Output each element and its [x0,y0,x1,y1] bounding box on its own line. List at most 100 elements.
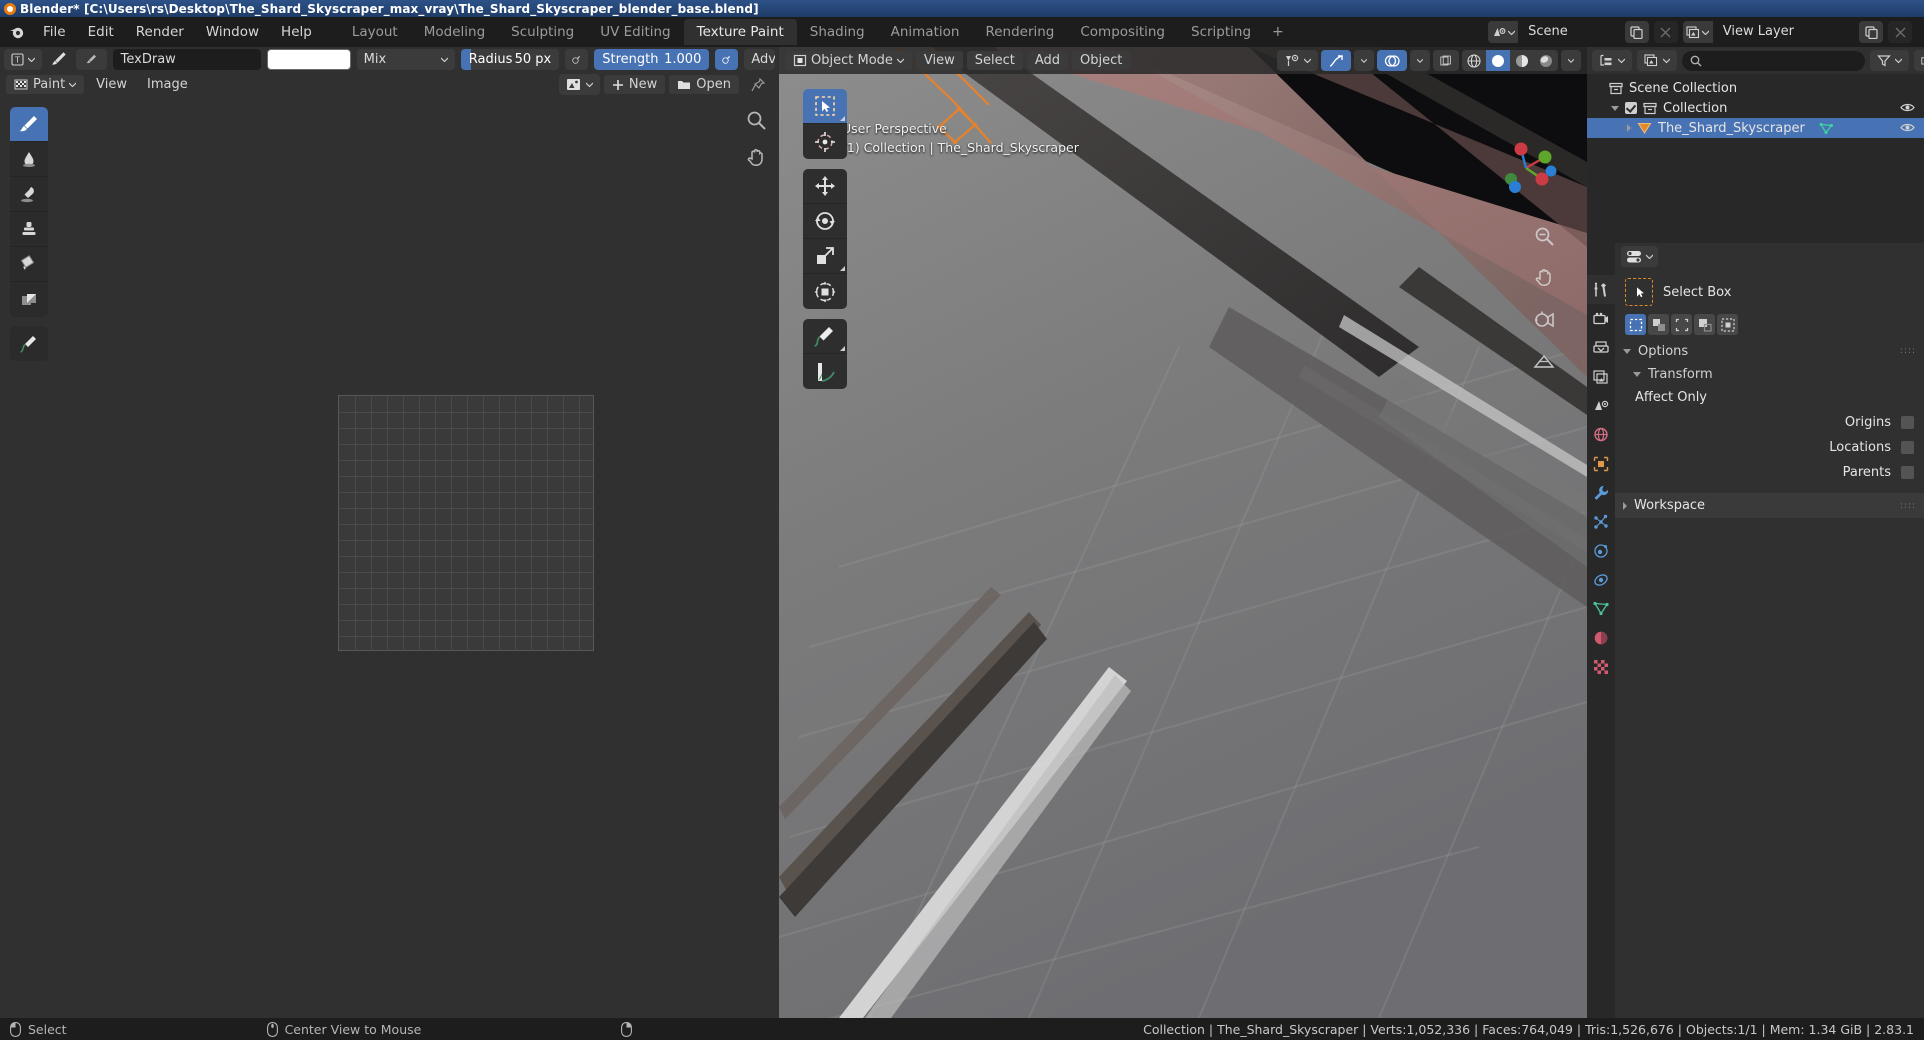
texture-tab[interactable] [1587,652,1615,681]
outliner-search-field[interactable] [1707,53,1857,68]
viewport-object-menu[interactable]: Object [1072,51,1131,70]
view-layer-tab[interactable] [1587,362,1615,391]
outliner-filter-button[interactable] [1870,50,1909,71]
blend-mode-dropdown[interactable]: Mix [356,49,455,70]
image-editor-view-menu[interactable]: View [88,75,135,94]
menu-edit[interactable]: Edit [77,21,125,43]
tool-tab[interactable] [1587,275,1615,304]
overlays-toggle[interactable] [1377,50,1407,71]
world-tab[interactable] [1587,420,1615,449]
add-workspace-button[interactable]: + [1264,20,1292,44]
chevron-down-icon[interactable] [1611,105,1619,111]
menu-window[interactable]: Window [195,21,270,43]
image-editor-mode-dropdown[interactable]: Paint [6,75,85,94]
workspace-tab-modeling[interactable]: Modeling [411,19,498,45]
radius-slider[interactable]: Radius 50 px [460,49,560,70]
view-layer-name-field[interactable]: View Layer [1712,21,1854,43]
set-mode[interactable] [1625,314,1646,335]
navigation-gizmo[interactable] [1493,135,1559,201]
outliner-id-type-filter[interactable] [1637,50,1677,71]
scene-selector[interactable]: Scene [1488,21,1620,43]
blender-menu-icon[interactable] [6,21,28,43]
image-editor-image-menu[interactable]: Image [139,75,196,94]
visibility-eye-icon[interactable] [1900,101,1915,114]
options-panel-header[interactable]: Options :::: [1615,339,1924,363]
delete-view-layer-button[interactable] [1888,21,1912,43]
material-tab[interactable] [1587,623,1615,652]
radius-pressure-toggle[interactable] [565,49,589,70]
affect-only-checkbox[interactable] [1901,466,1914,479]
workspace-tab-scripting[interactable]: Scripting [1178,19,1264,45]
zoom-axis-icon[interactable] [1531,223,1557,249]
rotate-tool[interactable] [803,204,847,239]
menu-render[interactable]: Render [125,21,195,43]
invert-mode[interactable] [1694,314,1715,335]
solid-icon[interactable] [1486,50,1510,71]
cursor-3d-tool[interactable] [803,124,847,159]
ortho-grid-icon[interactable] [1531,349,1557,375]
scene-tab[interactable] [1587,391,1615,420]
wireframe-icon[interactable] [1462,50,1486,71]
strength-slider[interactable]: Strength 1.000 [594,49,710,70]
annotate-tool[interactable] [10,326,48,361]
intersect-mode[interactable] [1717,314,1738,335]
new-collection-button[interactable] [1914,50,1924,71]
workspace-tab-texture-paint[interactable]: Texture Paint [683,19,797,45]
collection-checkbox[interactable] [1625,102,1637,114]
draw-tool[interactable] [10,107,48,142]
viewport-add-menu[interactable]: Add [1026,51,1069,70]
advanced-popover-button[interactable]: Adva [744,49,775,70]
new-scene-button[interactable] [1624,21,1649,43]
select-box-tool[interactable] [803,89,847,124]
data-tab[interactable] [1587,594,1615,623]
3d-viewport[interactable]: Object Mode View Select Add Object User … [779,47,1587,1018]
subtract-mode[interactable] [1671,314,1692,335]
viewport-view-menu[interactable]: View [915,51,963,70]
image-editor-canvas[interactable] [0,97,779,1018]
properties-editor-type-button[interactable] [1621,246,1658,267]
chevron-right-icon[interactable] [1627,124,1631,132]
viewport-select-menu[interactable]: Select [966,51,1023,70]
rendered-icon[interactable] [1534,50,1558,71]
zoom-icon[interactable] [743,107,769,133]
strength-pressure-toggle[interactable] [715,49,739,70]
workspace-tab-shading[interactable]: Shading [797,19,878,45]
shading-mode-selector[interactable] [1462,50,1558,71]
outliner-search-input[interactable] [1682,50,1865,71]
camera-icon[interactable] [1531,307,1557,333]
paint-mode-dropdown[interactable]: T [4,49,42,70]
new-view-layer-button[interactable] [1859,21,1883,43]
pan-hand-icon[interactable] [743,145,769,171]
shading-dropdown[interactable] [1561,50,1581,71]
scale-tool[interactable] [803,239,847,274]
visibility-popover[interactable] [1277,50,1318,71]
measure-tool[interactable] [803,354,847,389]
workspace-tab-compositing[interactable]: Compositing [1067,19,1178,45]
render-tab[interactable] [1587,304,1615,333]
transform-subpanel-header[interactable]: Transform [1615,363,1924,385]
workspace-tab-rendering[interactable]: Rendering [972,19,1067,45]
scene-name-field[interactable]: Scene [1518,21,1620,43]
annotate-tool[interactable] [803,319,847,354]
view-layer-icon[interactable] [1682,21,1713,43]
workspace-tab-layout[interactable]: Layout [339,19,411,45]
outliner-display-mode[interactable] [1592,50,1632,71]
object-tab[interactable] [1587,449,1615,478]
delete-scene-button[interactable] [1653,21,1678,43]
workspace-tab-sculpting[interactable]: Sculpting [498,19,587,45]
interaction-mode-dropdown[interactable]: Object Mode [785,51,912,70]
physics-tab[interactable] [1587,536,1615,565]
open-image-button[interactable]: Open [669,75,739,94]
visibility-eye-icon[interactable] [1900,121,1915,134]
soften-tool[interactable] [10,142,48,177]
brush-icon[interactable] [48,50,70,69]
brush-datablock-icon[interactable] [75,49,107,70]
move-tool[interactable] [803,169,847,204]
menu-file[interactable]: File [32,21,77,43]
clone-tool[interactable] [10,212,48,247]
pan-hand-icon[interactable] [1531,265,1557,291]
gizmo-toggle[interactable] [1321,50,1351,71]
menu-help[interactable]: Help [270,21,323,43]
overlays-dropdown[interactable] [1410,50,1430,71]
image-datablock-selector[interactable] [558,74,600,95]
